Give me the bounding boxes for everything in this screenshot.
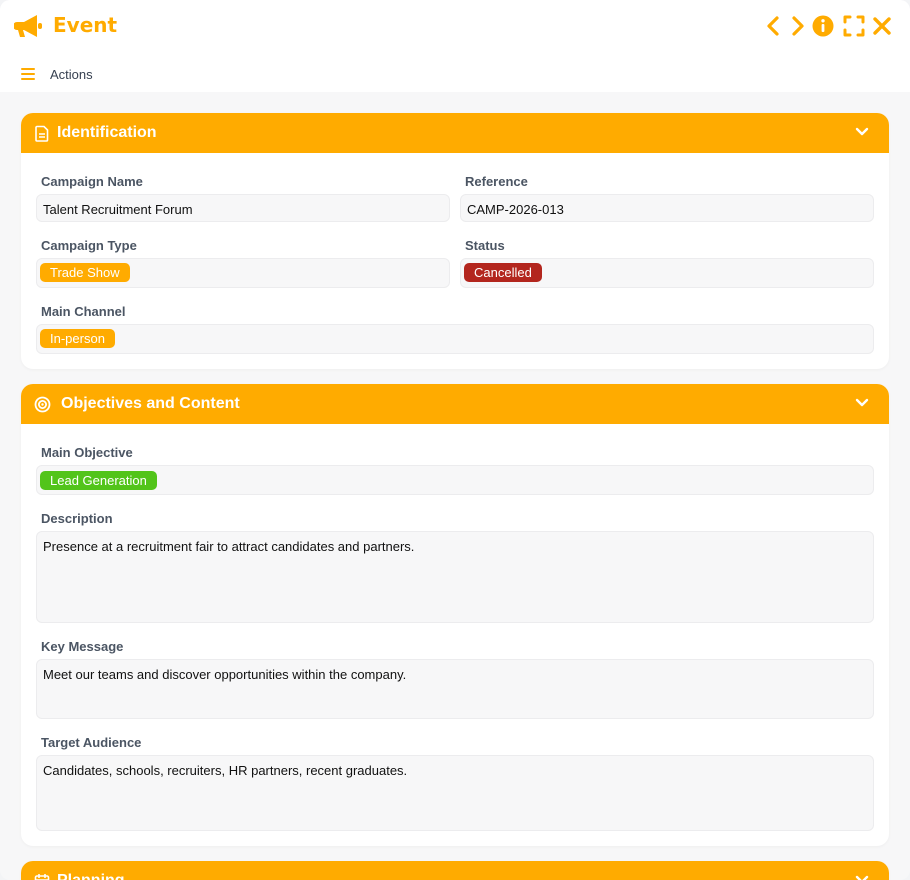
identification-section: Identification Campaign Name Talent Recr… <box>21 113 889 369</box>
campaign-name-field[interactable]: Talent Recruitment Forum <box>36 194 450 222</box>
actions-bar: Actions <box>0 52 910 92</box>
title-bar: Event <box>0 0 910 52</box>
status-field[interactable]: Cancelled <box>460 258 874 288</box>
main-objective-tag: Lead Generation <box>40 471 157 490</box>
target-audience-label: Target Audience <box>41 735 142 750</box>
actions-menu-button[interactable]: Actions <box>50 67 93 82</box>
calendar-icon <box>34 874 50 880</box>
chevron-right-icon[interactable] <box>786 14 808 38</box>
objectives-section-header[interactable]: Objectives and Content <box>21 384 889 424</box>
main-channel-label: Main Channel <box>41 304 126 319</box>
campaign-name-label: Campaign Name <box>41 174 143 189</box>
planning-section: Planning <box>21 861 889 880</box>
main-objective-label: Main Objective <box>41 445 133 460</box>
window-title: Event <box>53 13 118 37</box>
target-audience-field[interactable]: Candidates, schools, recruiters, HR part… <box>36 755 874 831</box>
chevron-down-icon[interactable] <box>855 398 869 408</box>
description-label: Description <box>41 511 113 526</box>
document-icon <box>35 125 49 142</box>
campaign-type-label: Campaign Type <box>41 238 137 253</box>
campaign-type-field[interactable]: Trade Show <box>36 258 450 288</box>
planning-section-header[interactable]: Planning <box>21 861 889 880</box>
main-objective-field[interactable]: Lead Generation <box>36 465 874 495</box>
key-message-label: Key Message <box>41 639 124 654</box>
menu-icon[interactable] <box>21 68 35 80</box>
section-title: Identification <box>57 124 157 141</box>
info-icon[interactable] <box>812 14 834 38</box>
chevron-down-icon[interactable] <box>855 127 869 137</box>
description-field[interactable]: Presence at a recruitment fair to attrac… <box>36 531 874 623</box>
section-title: Planning <box>57 872 125 880</box>
identification-section-header[interactable]: Identification <box>21 113 889 153</box>
section-title: Objectives and Content <box>61 395 240 412</box>
main-channel-tag: In-person <box>40 329 115 348</box>
close-icon[interactable] <box>871 14 893 38</box>
chevron-left-icon[interactable] <box>763 14 785 38</box>
main-channel-field[interactable]: In-person <box>36 324 874 354</box>
objectives-section: Objectives and Content Main Objective Le… <box>21 384 889 846</box>
key-message-field[interactable]: Meet our teams and discover opportunitie… <box>36 659 874 719</box>
reference-label: Reference <box>465 174 528 189</box>
status-badge: Cancelled <box>464 263 542 282</box>
reference-field[interactable]: CAMP-2026-013 <box>460 194 874 222</box>
campaign-type-tag: Trade Show <box>40 263 130 282</box>
megaphone-icon <box>14 15 42 37</box>
status-label: Status <box>465 238 505 253</box>
target-icon <box>34 396 51 413</box>
event-window: Event Actions Identification Campaign Na… <box>0 0 910 880</box>
chevron-down-icon[interactable] <box>855 875 869 880</box>
expand-icon[interactable] <box>843 14 865 38</box>
